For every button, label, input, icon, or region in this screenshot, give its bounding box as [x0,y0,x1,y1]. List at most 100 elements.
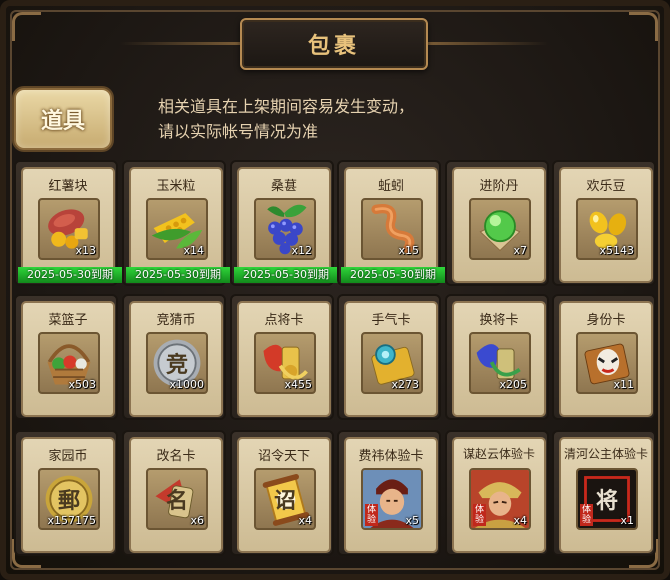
tab-items-label: 道具 [40,109,85,134]
item-slot: 进阶丹 x7 [445,160,549,286]
item-slot: 费祎体验卡体验 x5 [337,430,441,556]
title-plate: 包裹 [240,18,428,70]
item-count: x6 [190,514,204,527]
item-slot: 竞猜币竞 x1000 [122,294,226,420]
portrait-qinghe-icon: 将体验 x1 [576,468,638,530]
expiry-banner: 2025-05-30到期 [18,267,122,283]
title-ornament [120,42,240,45]
item-slot: 手气卡 x273 [337,294,441,420]
item-slot: 家园币郵 x157175 [14,430,118,556]
item-slot: 红薯块 x13 2025-05-30到期 [14,160,122,286]
item-count: x4 [513,514,527,527]
item-count: x12 [291,244,312,257]
item-count: x455 [284,378,312,391]
item-card[interactable]: 桑葚 x12 2025-05-30到期 [234,167,338,283]
item-count: x4 [298,514,312,527]
item-slot: 诏令天下诏 x4 [230,430,334,556]
item-count: x1000 [169,378,204,391]
item-name: 费祎体验卡 [358,449,424,464]
item-card[interactable]: 身份卡 x11 [559,301,653,417]
item-card[interactable]: 换将卡 x205 [452,301,546,417]
item-card[interactable]: 家园币郵 x157175 [21,437,115,553]
item-card[interactable]: 费祎体验卡体验 x5 [344,437,438,553]
trial-badge: 体验 [473,504,486,526]
portrait-feiyi-icon: 体验 x5 [361,468,423,530]
item-name: 谋赵云体验卡 [462,447,535,461]
item-name: 桑葚 [270,179,297,194]
item-name: 家园币 [48,449,88,464]
rename-card-icon: 名 x6 [146,468,208,530]
item-card[interactable]: 进阶丹 x7 [452,167,546,283]
item-name: 清河公主体验卡 [563,447,648,461]
sweet-potato-icon: x13 [38,198,100,260]
item-count: x5143 [599,244,634,257]
item-card[interactable]: 欢乐豆 x5143 [559,167,653,283]
item-card[interactable]: 竞猜币竞 x1000 [129,301,223,417]
item-name: 蚯蚓 [377,179,404,194]
portrait-zhaoyun-icon: 体验 x4 [469,468,531,530]
item-card[interactable]: 改名卡名 x6 [129,437,223,553]
tab-items[interactable]: 道具 [14,88,112,150]
silver-coin-icon: 竞 x1000 [146,332,208,394]
item-count: x14 [183,244,204,257]
item-count: x7 [513,244,527,257]
swap-card-icon: x205 [469,332,531,394]
item-slot: 菜篮子 x503 [14,294,118,420]
item-name: 玉米粒 [156,179,196,194]
item-name: 换将卡 [479,313,519,328]
item-card[interactable]: 谋赵云体验卡体验 x4 [452,437,546,553]
edict-scroll-icon: 诏 x4 [254,468,316,530]
general-card-icon: x455 [254,332,316,394]
page-title: 包裹 [307,34,360,59]
identity-card-icon: x11 [576,332,638,394]
item-count: x1 [620,514,634,527]
item-name: 诏令天下 [257,449,310,464]
item-card[interactable]: 玉米粒 x14 2025-05-30到期 [126,167,230,283]
item-slot: 身份卡 x11 [552,294,656,420]
item-card[interactable]: 诏令天下诏 x4 [237,437,331,553]
item-slot: 桑葚 x12 2025-05-30到期 [230,160,338,286]
gold-beans-icon: x5143 [576,198,638,260]
item-count: x13 [75,244,96,257]
item-name: 点将卡 [264,313,304,328]
jade-pill-icon: x7 [469,198,531,260]
item-count: x11 [613,378,634,391]
item-name: 菜篮子 [48,313,88,328]
item-name: 手气卡 [371,313,411,328]
item-slot: 改名卡名 x6 [122,430,226,556]
item-slot: 欢乐豆 x5143 [552,160,656,286]
item-card[interactable]: 点将卡 x455 [237,301,331,417]
luck-card-icon: x273 [361,332,423,394]
item-slot: 蚯蚓 x15 2025-05-30到期 [337,160,445,286]
item-name: 红薯块 [48,179,88,194]
expiry-banner: 2025-05-30到期 [341,267,445,283]
home-coin-icon: 郵 x157175 [38,468,100,530]
item-card[interactable]: 蚯蚓 x15 2025-05-30到期 [341,167,445,283]
vegetable-basket-icon: x503 [38,332,100,394]
item-name: 改名卡 [156,449,196,464]
item-slot: 玉米粒 x14 2025-05-30到期 [122,160,230,286]
trial-badge: 体验 [580,504,593,526]
notice: 相关道具在上架期间容易发生变动， 请以实际帐号情况为准 [158,94,414,144]
frame-corner [12,12,41,41]
expiry-banner: 2025-05-30到期 [126,267,230,283]
item-grid: 红薯块 x13 2025-05-30到期 玉米粒 x14 2025-05-30到期 桑葚 x1… [14,160,658,572]
frame-corner [629,12,658,41]
item-count: x15 [398,244,419,257]
item-count: x503 [68,378,96,391]
item-card[interactable]: 清河公主体验卡将体验 x1 [559,437,653,553]
item-slot: 谋赵云体验卡体验 x4 [445,430,549,556]
item-count: x5 [405,514,419,527]
item-card[interactable]: 手气卡 x273 [344,301,438,417]
notice-line: 相关道具在上架期间容易发生变动， [158,97,415,116]
item-count: x205 [499,378,527,391]
item-card[interactable]: 菜篮子 x503 [21,301,115,417]
item-name: 身份卡 [586,313,626,328]
item-slot: 清河公主体验卡将体验 x1 [552,430,656,556]
item-slot: 换将卡 x205 [445,294,549,420]
expiry-banner: 2025-05-30到期 [234,267,338,283]
earthworm-icon: x15 [361,198,423,260]
item-card[interactable]: 红薯块 x13 2025-05-30到期 [18,167,122,283]
item-count: x273 [391,378,419,391]
notice-line: 请以实际帐号情况为准 [158,122,319,141]
